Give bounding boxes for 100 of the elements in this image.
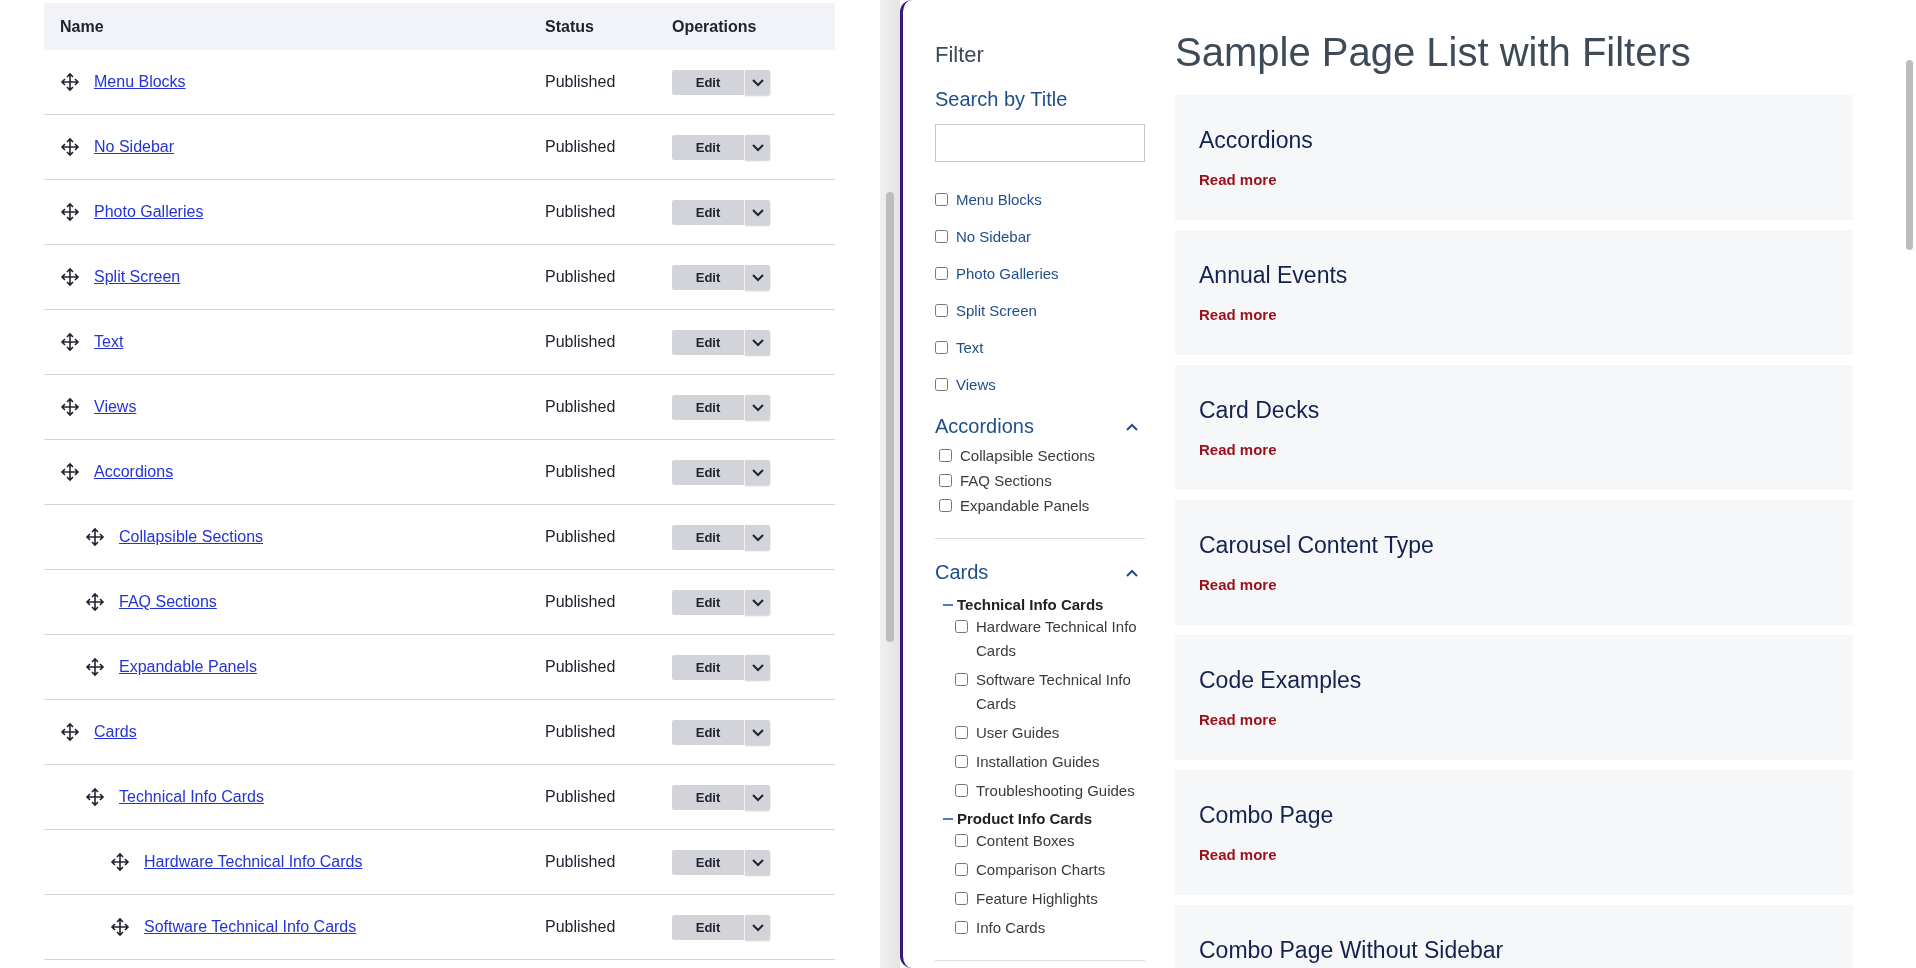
dropdown-caret-button[interactable] [745,589,770,615]
checkbox[interactable] [935,267,948,280]
drag-handle-icon[interactable] [85,527,105,547]
dropdown-caret-button[interactable] [745,459,770,485]
scrollbar-thumb[interactable] [1905,60,1913,250]
checkbox[interactable] [939,449,952,462]
checkbox[interactable] [955,892,968,905]
drag-handle-icon[interactable] [60,722,80,742]
drag-handle-icon[interactable] [85,657,105,677]
page-link[interactable]: Cards [94,723,137,741]
dropdown-caret-button[interactable] [745,849,770,875]
page-link[interactable]: Text [94,333,124,351]
edit-button[interactable]: Edit [672,394,745,420]
collapse-dash-icon[interactable] [943,817,953,820]
checkbox[interactable] [939,499,952,512]
drag-handle-icon[interactable] [60,72,80,92]
search-field[interactable] [935,124,1145,162]
drag-handle-icon[interactable] [110,852,130,872]
edit-button[interactable]: Edit [672,784,745,810]
checkbox[interactable] [935,230,948,243]
chevron-down-icon[interactable] [750,662,765,672]
collapse-chevron-icon[interactable] [1125,422,1139,431]
checkbox[interactable] [955,834,968,847]
dropdown-caret-button[interactable] [745,784,770,810]
checkbox[interactable] [955,620,968,633]
chevron-down-icon[interactable] [750,792,765,802]
checkbox[interactable] [935,341,948,354]
chevron-down-icon[interactable] [750,272,765,282]
edit-button[interactable]: Edit [672,719,745,745]
read-more-link[interactable]: Read more [1199,711,1277,728]
checkbox[interactable] [935,378,948,391]
collapse-chevron-icon[interactable] [1125,568,1139,577]
read-more-link[interactable]: Read more [1199,846,1277,863]
read-more-link[interactable]: Read more [1199,306,1277,323]
drag-handle-icon[interactable] [85,592,105,612]
chevron-down-icon[interactable] [750,467,765,477]
page-link[interactable]: No Sidebar [94,138,175,156]
checkbox[interactable] [955,863,968,876]
collapse-dash-icon[interactable] [943,603,953,606]
checkbox[interactable] [955,726,968,739]
edit-button[interactable]: Edit [672,589,745,615]
page-link[interactable]: Photo Galleries [94,203,204,221]
edit-button[interactable]: Edit [672,264,745,290]
dropdown-caret-button[interactable] [745,329,770,355]
drag-handle-icon[interactable] [60,202,80,222]
dropdown-caret-button[interactable] [745,524,770,550]
read-more-link[interactable]: Read more [1199,171,1277,188]
checkbox[interactable] [955,784,968,797]
group-title[interactable]: Accordions [935,415,1034,438]
edit-button[interactable]: Edit [672,459,745,485]
page-link[interactable]: Menu Blocks [94,73,186,91]
edit-button[interactable]: Edit [672,199,745,225]
page-link[interactable]: Split Screen [94,268,181,286]
group-title[interactable]: Cards [935,561,989,584]
dropdown-caret-button[interactable] [745,264,770,290]
drag-handle-icon[interactable] [60,332,80,352]
chevron-down-icon[interactable] [750,142,765,152]
edit-button[interactable]: Edit [672,654,745,680]
scrollbar-thumb[interactable] [886,192,894,642]
drag-handle-icon[interactable] [85,787,105,807]
checkbox[interactable] [955,673,968,686]
drag-handle-icon[interactable] [60,267,80,287]
page-link[interactable]: Software Technical Info Cards [144,918,357,936]
chevron-down-icon[interactable] [750,207,765,217]
drag-handle-icon[interactable] [110,917,130,937]
dropdown-caret-button[interactable] [745,914,770,940]
checkbox[interactable] [955,755,968,768]
chevron-down-icon[interactable] [750,857,765,867]
page-link[interactable]: Views [94,398,137,416]
dropdown-caret-button[interactable] [745,199,770,225]
chevron-down-icon[interactable] [750,402,765,412]
chevron-down-icon[interactable] [750,922,765,932]
page-link[interactable]: Accordions [94,463,174,481]
read-more-link[interactable]: Read more [1199,576,1277,593]
edit-button[interactable]: Edit [672,69,745,95]
page-link[interactable]: Hardware Technical Info Cards [144,853,363,871]
checkbox[interactable] [935,193,948,206]
checkbox[interactable] [955,921,968,934]
dropdown-caret-button[interactable] [745,394,770,420]
dropdown-caret-button[interactable] [745,134,770,160]
edit-button[interactable]: Edit [672,849,745,875]
read-more-link[interactable]: Read more [1199,441,1277,458]
chevron-down-icon[interactable] [750,597,765,607]
dropdown-caret-button[interactable] [745,719,770,745]
checkbox[interactable] [939,474,952,487]
dropdown-caret-button[interactable] [745,654,770,680]
drag-handle-icon[interactable] [60,397,80,417]
edit-button[interactable]: Edit [672,134,745,160]
page-link[interactable]: Expandable Panels [119,658,257,676]
chevron-down-icon[interactable] [750,77,765,87]
edit-button[interactable]: Edit [672,914,745,940]
edit-button[interactable]: Edit [672,524,745,550]
page-link[interactable]: Technical Info Cards [119,788,264,806]
page-link[interactable]: FAQ Sections [119,593,217,611]
page-link[interactable]: Collapsible Sections [119,528,264,546]
chevron-down-icon[interactable] [750,337,765,347]
chevron-down-icon[interactable] [750,727,765,737]
chevron-down-icon[interactable] [750,532,765,542]
drag-handle-icon[interactable] [60,137,80,157]
drag-handle-icon[interactable] [60,462,80,482]
